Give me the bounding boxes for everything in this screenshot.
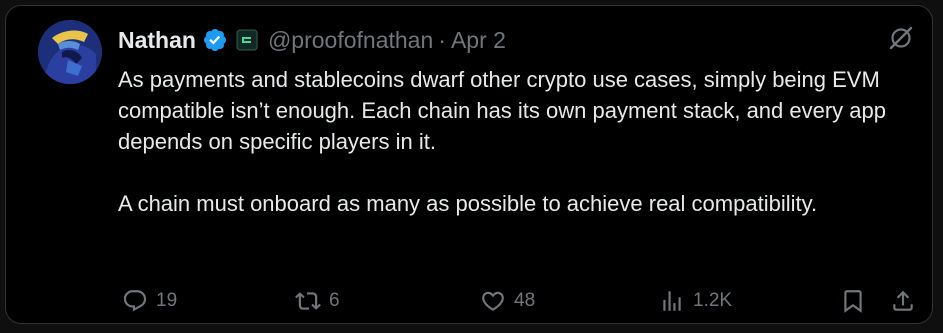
- views-count: 1.2K: [693, 290, 733, 311]
- tweet-meta: @proofofnathan · Apr 2: [268, 27, 506, 54]
- repost-count: 6: [329, 290, 340, 311]
- tweet-paragraph: A chain must onboard as many as possible…: [118, 191, 818, 216]
- tweet-text: As payments and stablecoins dwarf other …: [118, 64, 908, 219]
- share-icon: [893, 290, 913, 311]
- tweet-paragraph: As payments and stablecoins dwarf other …: [118, 67, 887, 154]
- heart-icon: [482, 291, 504, 311]
- repost-icon: [295, 292, 321, 310]
- tweet-card[interactable]: Nathan @proofofnathan · Apr 2 As payments …: [5, 5, 933, 324]
- like-count: 48: [514, 290, 536, 311]
- views-button[interactable]: 1.2K: [659, 281, 732, 321]
- share-button[interactable]: [890, 281, 916, 321]
- author-name[interactable]: Nathan: [118, 27, 196, 54]
- like-button[interactable]: 48: [480, 281, 535, 321]
- author-handle[interactable]: @proofofnathan: [268, 27, 433, 53]
- views-icon: [663, 291, 681, 311]
- meta-separator: ·: [438, 26, 446, 53]
- action-bar: 19 6 48 1.2K: [118, 281, 918, 321]
- reply-icon: [123, 290, 147, 312]
- reply-count: 19: [156, 290, 178, 311]
- avatar[interactable]: [38, 20, 102, 84]
- avatar-image: [38, 20, 102, 84]
- bookmark-icon: [844, 290, 862, 313]
- grok-icon[interactable]: [887, 24, 915, 52]
- verified-badge-icon: [202, 27, 228, 53]
- reply-button[interactable]: 19: [122, 281, 177, 321]
- repost-button[interactable]: 6: [295, 281, 340, 321]
- bookmark-button[interactable]: [840, 281, 866, 321]
- tweet-header: Nathan @proofofnathan · Apr 2: [118, 20, 506, 60]
- tweet-date[interactable]: Apr 2: [451, 27, 506, 53]
- affiliate-badge-icon[interactable]: [236, 29, 258, 51]
